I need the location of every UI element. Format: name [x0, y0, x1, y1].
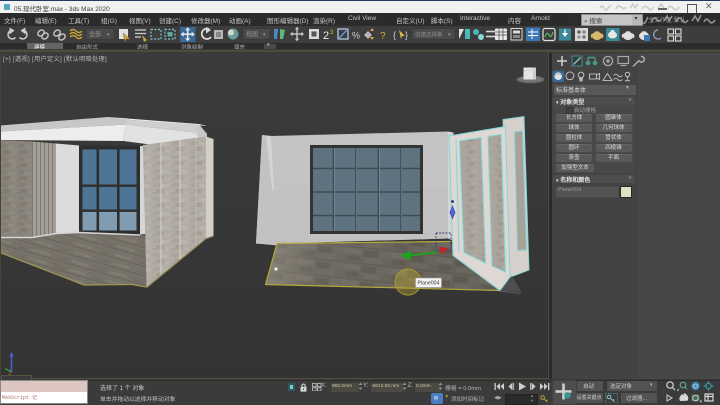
- svg-text:2: 2: [323, 30, 329, 42]
- svg-text:全部: 全部: [89, 30, 101, 38]
- svg-text:创建选择集: 创建选择集: [415, 30, 443, 38]
- svg-text:Plane004: Plane004: [418, 281, 440, 287]
- svg-text:%: %: [352, 30, 360, 40]
- svg-text:3: 3: [330, 30, 334, 36]
- svg-text:视图: 视图: [246, 30, 258, 38]
- svg-text:}: }: [405, 30, 408, 40]
- svg-text:{: {: [393, 30, 396, 40]
- svg-text:?: ?: [380, 31, 386, 42]
